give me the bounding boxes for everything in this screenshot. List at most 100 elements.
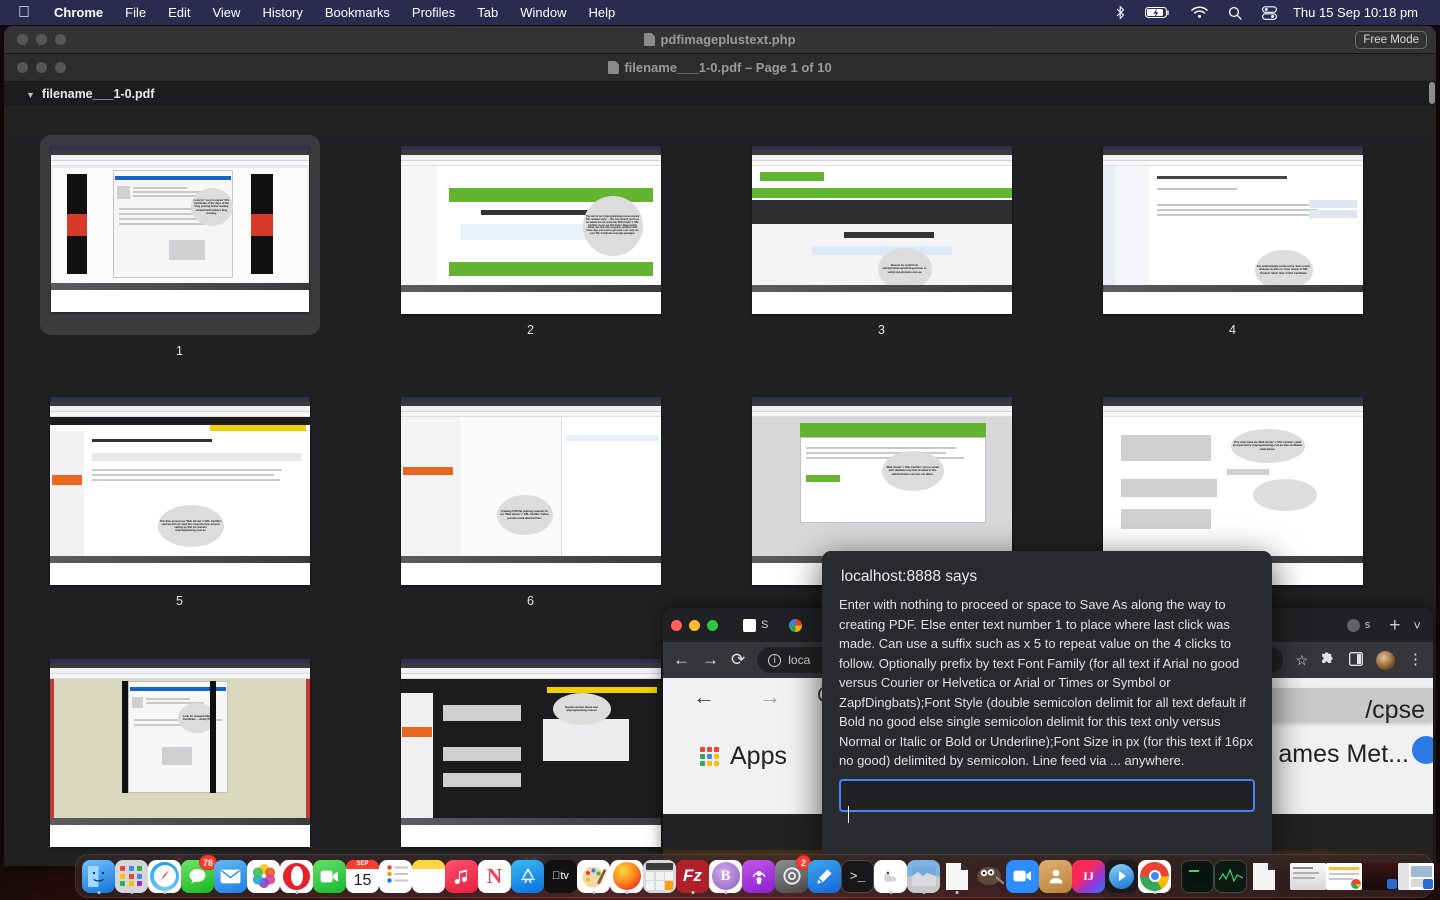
dock-item-filezilla[interactable]: Fz xyxy=(676,857,709,895)
chrome-maximize-button[interactable] xyxy=(707,619,718,631)
dock-item-mail[interactable] xyxy=(214,857,247,895)
menubar-item-edit[interactable]: Edit xyxy=(157,0,201,25)
dock-item-paintbrush[interactable] xyxy=(577,857,610,895)
dock-item-finder[interactable] xyxy=(82,857,115,895)
dock-minimized-window-2[interactable] xyxy=(1326,857,1362,895)
chrome-minimize-button[interactable] xyxy=(689,619,700,631)
minimize-button[interactable] xyxy=(36,34,47,45)
search-icon[interactable] xyxy=(1218,6,1252,20)
dock-minimized-window-1[interactable] xyxy=(1290,857,1326,895)
dock-item-app-store[interactable] xyxy=(511,857,544,895)
dock-item-minimized-3[interactable] xyxy=(1247,857,1280,895)
window-traffic-lights[interactable] xyxy=(4,34,66,45)
dock-item-intellij[interactable]: IJ xyxy=(1072,857,1105,895)
dock-minimized-window-5[interactable] xyxy=(1434,857,1440,895)
menubar-item-chrome[interactable]: Chrome xyxy=(43,0,114,25)
dock-item-contacts[interactable] xyxy=(1039,857,1072,895)
battery-charging-icon[interactable] xyxy=(1135,6,1181,19)
inner-back-arrow-icon[interactable]: ← xyxy=(693,684,715,710)
dock-item-terminal[interactable]: >_ xyxy=(841,857,874,895)
thumbnail-image-10[interactable]: Domain answer above was rjmprogramming.c… xyxy=(400,659,661,847)
dock-item-calendar[interactable]: SEP 15 xyxy=(346,857,379,895)
dock-item-zoom[interactable] xyxy=(1006,857,1039,895)
chrome-tab-3[interactable]: s xyxy=(1341,612,1377,638)
dock-item-image-capture[interactable] xyxy=(907,857,940,895)
dock-item-gimp[interactable] xyxy=(973,857,1006,895)
close-button[interactable] xyxy=(17,34,28,45)
inner-minimize-button[interactable] xyxy=(36,62,47,73)
thumbnail-page-9[interactable]: Look for renewed SSL Certificate ... vic… xyxy=(4,659,355,866)
thumbnail-page-10[interactable]: Domain answer above was rjmprogramming.c… xyxy=(355,659,706,866)
inner-close-button[interactable] xyxy=(17,62,28,73)
thumbnail-page-3[interactable]: Reason for email from admin@rjmprogrammi… xyxy=(706,135,1057,358)
thumbnail-page-1[interactable]: Look for 'soon to expire' SSL Certificat… xyxy=(4,135,355,358)
dock-item-podcasts[interactable] xyxy=(742,857,775,895)
dock-item-bbedit[interactable]: B xyxy=(709,857,742,895)
chevron-down-icon[interactable]: ▼ xyxy=(26,90,35,100)
menubar-item-history[interactable]: History xyxy=(251,0,313,25)
thumbnail-image-9[interactable]: Look for renewed SSL Certificate ... vic… xyxy=(49,659,310,847)
menubar-clock[interactable]: Thu 15 Sep 10:18 pm xyxy=(1287,5,1426,20)
thumbnail-page-4[interactable]: Got optimistically confused by 'Auto ren… xyxy=(1057,135,1408,358)
extensions-puzzle-icon[interactable] xyxy=(1321,651,1336,669)
dock-item-calculator[interactable] xyxy=(643,857,676,895)
menubar-item-profiles[interactable]: Profiles xyxy=(401,0,466,25)
thumbnail-image-1[interactable]: Look for 'soon to expire' SSL Certificat… xyxy=(50,146,309,312)
menubar-item-view[interactable]: View xyxy=(201,0,251,25)
inner-forward-arrow-icon[interactable]: → xyxy=(759,684,781,710)
tab-search-caret-icon[interactable]: ˅ xyxy=(1413,618,1421,633)
menubar-item-help[interactable]: Help xyxy=(578,0,627,25)
dock-item-reminders[interactable] xyxy=(379,857,412,895)
thumbnail-image-4[interactable]: Got optimistically confused by 'Auto ren… xyxy=(1102,146,1363,314)
three-dot-menu-icon[interactable]: ⋮ xyxy=(1408,652,1423,667)
dock-item-opera[interactable] xyxy=(280,857,313,895)
back-arrow-icon[interactable]: ← xyxy=(673,650,690,670)
dock-item-news[interactable]: N xyxy=(478,857,511,895)
site-info-icon[interactable]: i xyxy=(768,653,782,667)
dock-item-firefox[interactable] xyxy=(610,857,643,895)
dock-item-messages[interactable]: 78 xyxy=(181,855,217,895)
dock-item-launchpad[interactable] xyxy=(115,857,148,895)
dock-item-chrome[interactable] xyxy=(1138,857,1171,895)
dock-item-apple-tv[interactable]: tv xyxy=(544,857,577,895)
document-header[interactable]: ▼ filename___1-0.pdf xyxy=(4,82,1436,106)
bookmark-star-icon[interactable]: ☆ xyxy=(1295,652,1308,669)
menubar-item-file[interactable]: File xyxy=(114,0,157,25)
thumbnail-image-5[interactable]: This time around our 'Web Hoster' v 'SSL… xyxy=(49,397,310,585)
dock-item-photos[interactable] xyxy=(247,857,280,895)
free-mode-button[interactable]: Free Mode xyxy=(1355,31,1427,49)
chrome-tab-1[interactable]: S xyxy=(737,612,774,638)
inner-traffic-lights[interactable] xyxy=(4,62,66,73)
thumbnail-image-6[interactable]: Creating CSR file (signing request) for … xyxy=(400,397,661,585)
dock-item-facetime[interactable] xyxy=(313,857,346,895)
dock-item-sequel-pro[interactable] xyxy=(874,857,907,895)
forward-arrow-icon[interactable]: → xyxy=(702,650,719,670)
thumbnail-image-3[interactable]: Reason for email from admin@rjmprogrammi… xyxy=(751,146,1012,314)
dock-item-minimized-1[interactable] xyxy=(1181,857,1214,895)
chrome-traffic-lights[interactable] xyxy=(671,619,728,631)
vertical-scrollbar[interactable] xyxy=(1429,82,1435,104)
profile-avatar[interactable] xyxy=(1376,650,1395,670)
menubar-item-tab[interactable]: Tab xyxy=(466,0,509,25)
thumbnail-image-2[interactable]: The start of our rjmprogramming.com.au d… xyxy=(400,146,661,314)
dock-item-quicktime[interactable] xyxy=(1105,857,1138,895)
chrome-tab-2[interactable] xyxy=(783,612,813,638)
dialog-text-input[interactable] xyxy=(839,779,1255,812)
maximize-button[interactable] xyxy=(55,34,66,45)
menubar-item-window[interactable]: Window xyxy=(509,0,577,25)
control-center-icon[interactable] xyxy=(1252,5,1287,20)
dock-item-notes[interactable] xyxy=(412,857,445,895)
apps-shortcut[interactable]: Apps xyxy=(700,742,787,771)
thumbnail-page-5[interactable]: This time around our 'Web Hoster' v 'SSL… xyxy=(4,397,355,608)
dock-item-minimized-2[interactable] xyxy=(1214,857,1247,895)
dock-minimized-window-3[interactable] xyxy=(1362,857,1398,895)
dock-item-textedit[interactable] xyxy=(940,857,973,895)
new-tab-button[interactable]: + xyxy=(1389,616,1400,635)
dock-minimized-window-4[interactable] xyxy=(1398,857,1434,895)
dock-item-safari[interactable] xyxy=(148,857,181,895)
apple-logo-icon[interactable]:  xyxy=(8,0,43,25)
wifi-icon[interactable] xyxy=(1181,6,1218,19)
macos-dock[interactable]: 78 SEP 15 N tv Fz B 2 >_ IJ xyxy=(75,854,1440,898)
side-panel-icon[interactable] xyxy=(1349,651,1363,669)
reload-icon[interactable]: ⟳ xyxy=(731,650,745,670)
